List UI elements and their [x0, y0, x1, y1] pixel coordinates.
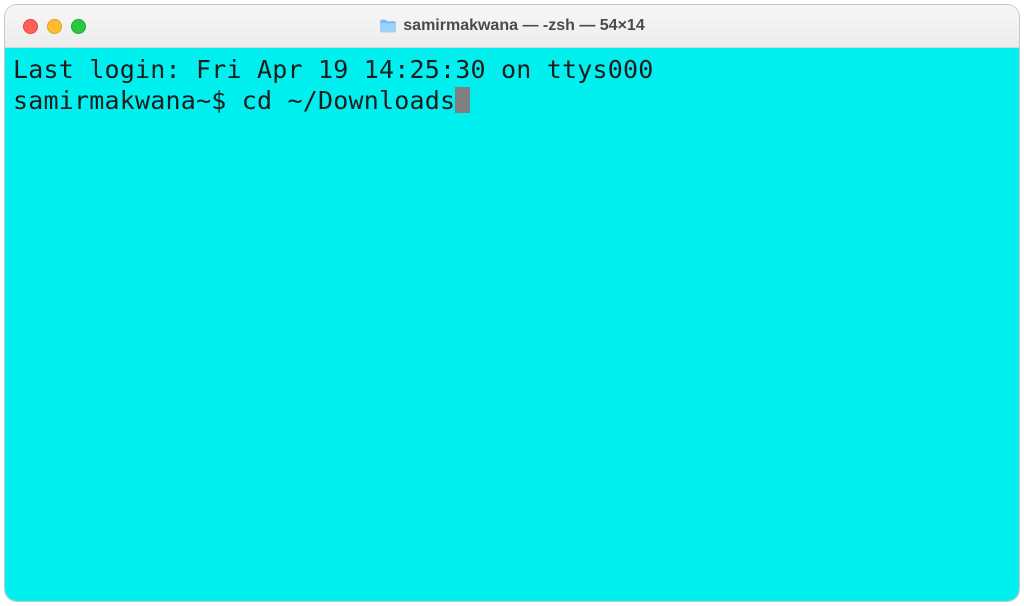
- minimize-button[interactable]: [47, 19, 62, 34]
- close-button[interactable]: [23, 19, 38, 34]
- window-title-wrap: samirmakwana — -zsh — 54×14: [5, 17, 1019, 35]
- cursor: [455, 87, 470, 113]
- last-login-line: Last login: Fri Apr 19 14:25:30 on ttys0…: [13, 55, 654, 84]
- titlebar[interactable]: samirmakwana — -zsh — 54×14: [5, 5, 1019, 48]
- current-command: cd ~/Downloads: [242, 86, 456, 115]
- maximize-button[interactable]: [71, 19, 86, 34]
- terminal-body[interactable]: Last login: Fri Apr 19 14:25:30 on ttys0…: [5, 48, 1019, 601]
- traffic-lights: [5, 19, 86, 34]
- shell-prompt: samirmakwana~$: [13, 86, 242, 115]
- terminal-window: samirmakwana — -zsh — 54×14 Last login: …: [5, 5, 1019, 601]
- prompt-line: samirmakwana~$ cd ~/Downloads: [13, 86, 470, 115]
- window-title: samirmakwana — -zsh — 54×14: [403, 17, 644, 35]
- folder-icon: [379, 19, 397, 33]
